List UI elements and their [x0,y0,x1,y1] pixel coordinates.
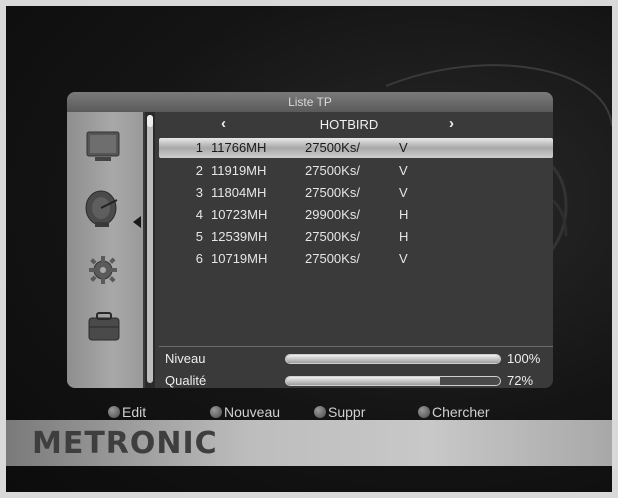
transponder-symbol-rate: 27500Ks/ [305,185,360,200]
transponder-row[interactable]: 4 10723MH 29900Ks/ H [159,205,553,225]
transponder-list: ‹ HOTBIRD › 1 11766MH 27500Ks/ V 2 11919… [159,112,553,322]
signal-level-label: Niveau [165,351,206,366]
red-button-icon [108,406,120,418]
brand-bar: METRONIC [6,420,612,466]
search-button-label: Chercher [432,404,490,420]
transponder-symbol-rate: 27500Ks/ [305,229,360,244]
transponder-polarization: V [399,140,408,155]
search-button[interactable]: Chercher [418,404,490,420]
panel-title: Liste TP [67,92,553,112]
transponder-row[interactable]: 6 10719MH 27500Ks/ V [159,249,553,269]
transponder-polarization: V [399,163,408,178]
divider [159,346,553,347]
transponder-symbol-rate: 27500Ks/ [305,251,360,266]
transponder-polarization: H [399,207,409,222]
toolbox-icon[interactable] [81,308,125,348]
list-scrollbar[interactable] [145,112,155,388]
transponder-row[interactable]: 5 12539MH 27500Ks/ H [159,227,553,247]
selection-pointer [133,216,141,228]
gear-icon[interactable] [81,252,125,292]
transponder-index: 6 [195,251,203,266]
transponder-frequency: 11919MH [211,163,267,178]
transponder-row[interactable]: 1 11766MH 27500Ks/ V [159,138,553,158]
transponder-frequency: 10719MH [211,251,268,266]
transponder-row[interactable]: 3 11804MH 27500Ks/ V [159,183,553,203]
yellow-button-icon [314,406,326,418]
transponder-frequency: 10723MH [211,207,268,222]
transponder-symbol-rate: 27500Ks/ [305,163,360,178]
satellite-dish-icon[interactable] [81,186,125,227]
transponder-index: 1 [195,140,203,155]
signal-quality-percent: 72% [507,373,534,388]
transponder-index: 4 [195,207,203,222]
tv-icon[interactable] [81,128,125,168]
signal-level-bar [285,354,501,364]
transponder-symbol-rate: 27500Ks/ [305,140,360,155]
transponder-frequency: 11804MH [211,185,267,200]
transponder-list-panel: Liste TP ‹ HOTBIRD › 1 11766MH 27500Ks/ … [67,92,553,388]
transponder-polarization: V [399,185,408,200]
transponder-symbol-rate: 29900Ks/ [305,207,360,222]
transponder-index: 3 [195,185,203,200]
blue-button-icon [418,406,430,418]
delete-button[interactable]: Suppr [314,404,365,420]
brand-logo: METRONIC [32,426,218,461]
signal-quality-fill [286,377,441,385]
signal-level-percent: 100% [507,351,541,366]
signal-level-meter: Niveau 100% [159,348,553,370]
satellite-selector[interactable]: ‹ HOTBIRD › [159,115,553,134]
transponder-polarization: V [399,251,408,266]
satellite-name: HOTBIRD [319,117,379,132]
next-satellite-icon[interactable]: › [449,115,454,132]
transponder-polarization: H [399,229,409,244]
scrollbar-track [147,115,153,383]
edit-button-label: Edit [122,404,147,420]
edit-button[interactable]: Edit [108,404,146,420]
previous-satellite-icon[interactable]: ‹ [221,115,226,132]
menu-sidebar [67,112,143,388]
new-button[interactable]: Nouveau [210,404,280,420]
transponder-index: 2 [195,163,203,178]
signal-quality-bar [285,376,501,386]
new-button-label: Nouveau [224,404,281,420]
transponder-row[interactable]: 2 11919MH 27500Ks/ V [159,161,553,181]
transponder-frequency: 11766MH [211,140,267,155]
transponder-index: 5 [195,229,203,244]
tv-screen: Liste TP ‹ HOTBIRD › 1 11766MH 27500Ks/ … [6,6,612,492]
signal-level-fill [286,355,500,363]
scrollbar-thumb[interactable] [147,115,153,127]
green-button-icon [210,406,222,418]
transponder-frequency: 12539MH [211,229,268,244]
signal-quality-meter: Qualité 72% [159,370,553,388]
signal-quality-label: Qualité [165,373,207,388]
delete-button-label: Suppr [328,404,366,420]
